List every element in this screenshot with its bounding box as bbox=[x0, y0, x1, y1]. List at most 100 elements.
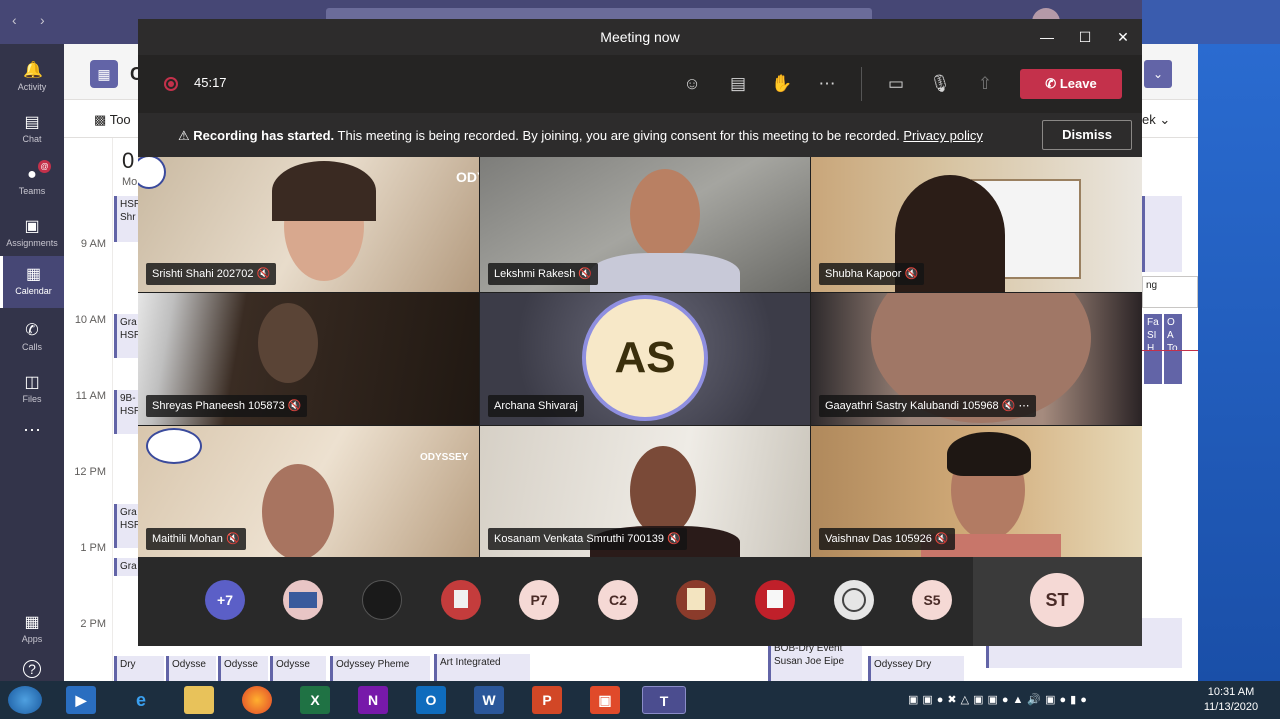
calendar-event[interactable]: Fa SI H bbox=[1144, 314, 1162, 384]
calendar-event[interactable]: Odyssey Pheme bbox=[330, 656, 430, 681]
close-icon[interactable]: ✕ bbox=[1104, 19, 1142, 55]
onenote-icon[interactable]: N bbox=[358, 686, 388, 714]
rail-item-teams[interactable]: ● Teams @ bbox=[0, 156, 64, 208]
video-tile[interactable]: Lekshmi Rakesh 🔇 bbox=[480, 157, 810, 292]
video-tile[interactable]: Shubha Kapoor 🔇 bbox=[811, 157, 1142, 292]
media-player-icon[interactable]: ▶ bbox=[66, 686, 96, 714]
participant-name: Lekshmi Rakesh 🔇 bbox=[488, 263, 599, 285]
time-label: 1 PM bbox=[80, 542, 106, 554]
back-arrow-icon[interactable]: ‹ bbox=[12, 12, 17, 28]
calendar-event[interactable]: Gra HSR bbox=[114, 314, 140, 358]
raise-hand-icon[interactable]: ✋ bbox=[767, 70, 797, 98]
watermark: ODY bbox=[456, 169, 479, 185]
video-tile[interactable]: ODYSSEY Maithili Mohan 🔇 bbox=[138, 426, 479, 557]
calendar-event[interactable]: Dry bbox=[114, 656, 164, 681]
participant-avatar[interactable] bbox=[834, 580, 874, 620]
powerpoint-icon[interactable]: P bbox=[532, 686, 562, 714]
video-tile[interactable]: Kosanam Venkata Smruthi 700139 🔇 bbox=[480, 426, 810, 557]
calendar-event[interactable]: Odysse bbox=[166, 656, 216, 681]
participant-avatar[interactable] bbox=[283, 580, 323, 620]
view-selector[interactable]: ek ⌄ bbox=[1142, 112, 1170, 128]
minimize-icon[interactable]: — bbox=[1028, 19, 1066, 55]
participant-name: Shreyas Phaneesh 105873 🔇 bbox=[146, 395, 308, 417]
chat-icon[interactable]: ▤ bbox=[723, 70, 753, 98]
leave-button[interactable]: ✆ Leave bbox=[1020, 69, 1122, 99]
calendar-event[interactable]: ng bbox=[1142, 276, 1198, 308]
more-options-icon[interactable]: ⋯ bbox=[1019, 400, 1030, 412]
overflow-participants[interactable]: +7 bbox=[205, 580, 245, 620]
video-app-icon[interactable]: ▣ bbox=[590, 686, 620, 714]
participant-avatar[interactable]: P7 bbox=[519, 580, 559, 620]
calendar-event[interactable]: BOB-Dry Event Susan Joe Eipe bbox=[768, 640, 862, 681]
firefox-icon[interactable] bbox=[242, 686, 272, 714]
maximize-icon[interactable]: ☐ bbox=[1066, 19, 1104, 55]
calendar-event[interactable]: Odysse bbox=[218, 656, 268, 681]
calendar-event[interactable] bbox=[1142, 196, 1182, 272]
participant-avatar[interactable] bbox=[441, 580, 481, 620]
calendar-event[interactable]: O A To bbox=[1164, 314, 1182, 384]
desktop-background bbox=[1142, 0, 1280, 44]
excel-icon[interactable]: X bbox=[300, 686, 330, 714]
video-tile[interactable]: ODY Srishti Shahi 202702 🔇 bbox=[138, 157, 479, 292]
new-meeting-dropdown[interactable]: ⌄ bbox=[1144, 60, 1172, 88]
participant-avatar[interactable]: S5 bbox=[912, 580, 952, 620]
mention-badge: @ bbox=[38, 160, 51, 173]
participant-avatar[interactable] bbox=[755, 580, 795, 620]
rail-item-calendar[interactable]: ▦ Calendar bbox=[0, 256, 64, 308]
teams-icon[interactable]: T bbox=[642, 686, 686, 714]
calendar-event[interactable]: 9B- HSR bbox=[114, 390, 140, 434]
calendar-event[interactable]: Gra bbox=[114, 558, 140, 576]
rail-item-activity[interactable]: 🔔 Activity bbox=[0, 52, 64, 104]
mic-off-icon[interactable]: 🎙 bbox=[925, 70, 955, 98]
participant-video bbox=[630, 446, 696, 536]
more-apps-icon[interactable]: ⋯ bbox=[0, 420, 64, 472]
calendar-event[interactable]: Odysse bbox=[270, 656, 326, 681]
forward-arrow-icon[interactable]: › bbox=[40, 12, 45, 28]
video-tile[interactable]: AS Archana Shivaraj bbox=[480, 293, 810, 425]
mic-muted-icon: 🔇 bbox=[904, 268, 919, 280]
rail-item-files[interactable]: ◫ Files bbox=[0, 364, 64, 416]
rail-item-assignments[interactable]: ▣ Assignments bbox=[0, 208, 64, 260]
participant-avatar[interactable] bbox=[362, 580, 402, 620]
calendar-event[interactable]: HSR Shr bbox=[114, 196, 140, 242]
time-label: 10 AM bbox=[74, 314, 106, 326]
video-tile[interactable]: Shreyas Phaneesh 105873 🔇 bbox=[138, 293, 479, 425]
internet-explorer-icon[interactable]: e bbox=[126, 686, 156, 714]
calendar-event[interactable]: Odyssey Dry bbox=[868, 656, 964, 681]
taskbar: ▶ e X N O W P ▣ T ▣▣●✖△▣▣●▲🔊▣●▮● 10:31 A… bbox=[0, 681, 1280, 719]
calendar-icon: ▦ bbox=[25, 266, 42, 283]
meeting-title-bar: Meeting now bbox=[138, 19, 1142, 55]
participant-avatar[interactable] bbox=[676, 580, 716, 620]
participant-avatar[interactable]: C2 bbox=[598, 580, 638, 620]
rail-item-chat[interactable]: ▤ Chat bbox=[0, 104, 64, 156]
more-options-icon[interactable]: ⋯ bbox=[812, 70, 842, 98]
tray-icons[interactable]: ▣▣●✖△▣▣●▲🔊▣●▮● bbox=[908, 694, 1091, 706]
outlook-icon[interactable]: O bbox=[416, 686, 446, 714]
video-tile[interactable]: Gaayathri Sastry Kalubandi 105968 🔇 ⋯ bbox=[811, 293, 1142, 425]
participant-name: Shubha Kapoor 🔇 bbox=[819, 263, 925, 285]
today-button[interactable]: ▩ Too bbox=[94, 112, 131, 128]
time-label: 12 PM bbox=[74, 466, 106, 478]
clock[interactable]: 10:31 AM 11/13/2020 bbox=[1196, 685, 1266, 715]
calendar-event[interactable]: Gra HSR bbox=[114, 504, 140, 548]
rail-item-apps[interactable]: ▦ Apps bbox=[0, 604, 64, 656]
participant-video bbox=[262, 464, 334, 557]
recording-icon bbox=[164, 77, 178, 91]
share-screen-icon[interactable]: ⇧ bbox=[970, 70, 1000, 98]
watermark: ODYSSEY bbox=[420, 452, 469, 463]
dismiss-button[interactable]: Dismiss bbox=[1042, 120, 1132, 150]
file-explorer-icon[interactable] bbox=[184, 686, 214, 714]
participant-video bbox=[590, 253, 740, 292]
self-avatar: ST bbox=[1030, 573, 1084, 627]
self-view[interactable]: ST bbox=[973, 557, 1142, 646]
time-label: 11 AM bbox=[75, 390, 106, 402]
word-icon[interactable]: W bbox=[474, 686, 504, 714]
start-icon[interactable] bbox=[8, 686, 42, 714]
video-tile[interactable]: Vaishnav Das 105926 🔇 bbox=[811, 426, 1142, 557]
rail-item-calls[interactable]: ✆ Calls bbox=[0, 312, 64, 364]
camera-off-icon[interactable]: ▭ bbox=[881, 70, 911, 98]
participants-icon[interactable]: ☺ bbox=[677, 70, 707, 98]
privacy-policy-link[interactable]: Privacy policy bbox=[903, 128, 982, 143]
mic-muted-icon: 🔇 bbox=[287, 400, 302, 412]
calendar-event[interactable]: Art Integrated bbox=[434, 654, 530, 681]
